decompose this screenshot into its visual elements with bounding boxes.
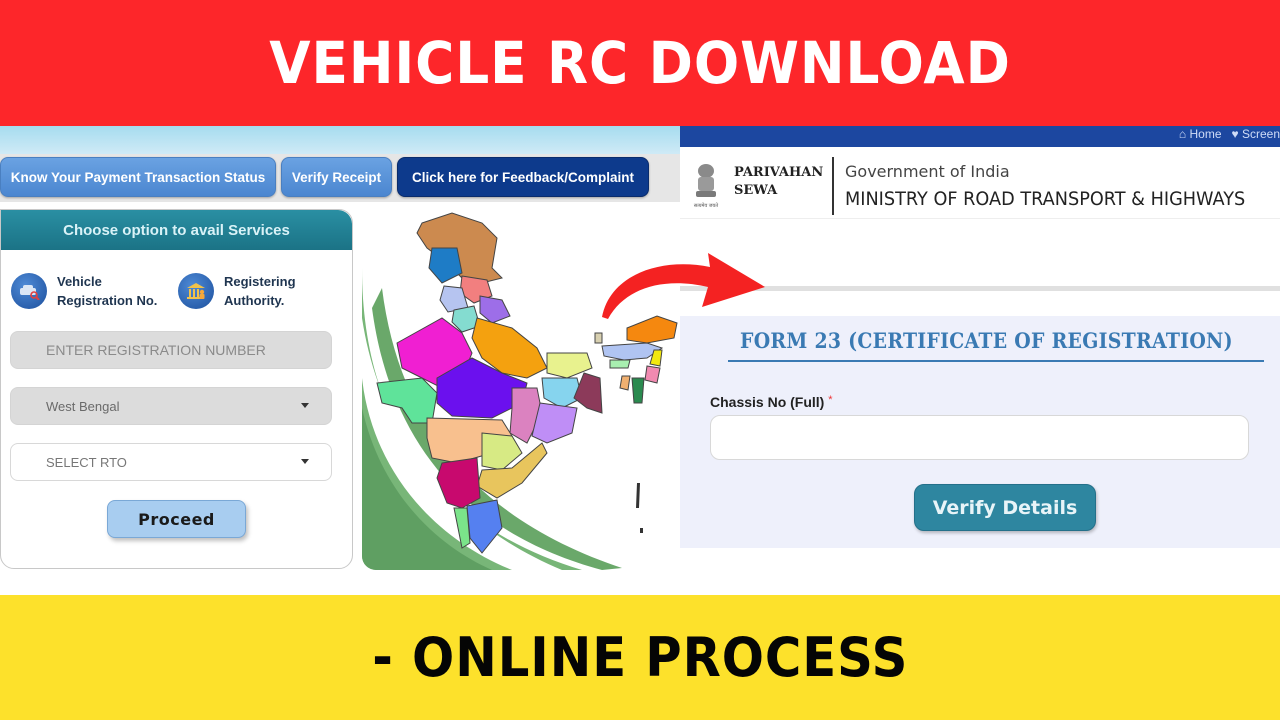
- home-icon: ⌂: [1178, 127, 1187, 141]
- feedback-complaint-button[interactable]: Click here for Feedback/Complaint: [397, 157, 649, 197]
- state-tripura: [619, 375, 631, 391]
- gov-label: Government of India: [845, 162, 1010, 181]
- service-card: Choose option to avail Services Vehicle …: [0, 209, 353, 569]
- header-divider: [832, 157, 834, 215]
- title-banner: VEHICLE RC DOWNLOAD: [0, 0, 1280, 126]
- bank-building-icon: [178, 273, 214, 309]
- chassis-label: Chassis No (Full) *: [710, 394, 833, 410]
- chassis-number-input[interactable]: [710, 415, 1249, 460]
- state-select[interactable]: West Bengal: [10, 387, 332, 425]
- islands-andaman: [636, 483, 643, 533]
- verify-receipt-button[interactable]: Verify Receipt: [281, 157, 392, 197]
- vahan-services-screenshot: Know Your Payment Transaction Status Ver…: [0, 126, 680, 595]
- state-sikkim: [594, 332, 603, 344]
- form-23-panel: FORM 23 (CERTIFICATE OF REGISTRATION) Ch…: [680, 316, 1280, 548]
- registration-number-field[interactable]: [10, 331, 332, 369]
- site-header: सत्यमेव जयते PARIVAHAN SEWA Government o…: [680, 147, 1280, 219]
- screen-reader-icon: ♥: [1231, 127, 1239, 141]
- state-manipur: [644, 365, 661, 384]
- state-odisha: [531, 402, 578, 444]
- car-search-icon: [11, 273, 47, 309]
- registration-number-input[interactable]: [46, 342, 286, 358]
- page-subtitle: - ONLINE PROCESS: [371, 626, 909, 689]
- state-west-bengal: [573, 372, 603, 414]
- subtitle-banner: - ONLINE PROCESS: [0, 595, 1280, 720]
- national-emblem-icon: सत्यमेव जयते: [694, 164, 718, 209]
- payment-status-button[interactable]: Know Your Payment Transaction Status: [0, 157, 276, 197]
- state-meghalaya: [609, 359, 631, 369]
- home-link[interactable]: ⌂ Home: [1179, 127, 1222, 141]
- form-title: FORM 23 (CERTIFICATE OF REGISTRATION): [740, 328, 1233, 353]
- state-ladakh: [428, 247, 463, 284]
- top-nav-bar: ⌂ Home ♥ Screen: [680, 126, 1280, 147]
- divider: [680, 286, 1280, 291]
- state-uttarakhand: [479, 295, 511, 324]
- header-strip: [0, 126, 680, 154]
- svg-text:सत्यमेव जयते: सत्यमेव जयते: [694, 202, 718, 209]
- parivahan-form-screenshot: ⌂ Home ♥ Screen सत्यमेव जयते PARIVAHAN S…: [680, 126, 1280, 595]
- brand-name: PARIVAHAN SEWA: [734, 165, 824, 198]
- proceed-button[interactable]: Proceed: [107, 500, 246, 538]
- card-header: Choose option to avail Services: [1, 210, 352, 250]
- screen-reader-link[interactable]: ♥ Screen: [1232, 127, 1280, 141]
- verify-details-button[interactable]: Verify Details: [914, 484, 1096, 531]
- india-map-illustration: [362, 208, 680, 570]
- ministry-label: MINISTRY OF ROAD TRANSPORT & HIGHWAYS: [845, 188, 1246, 210]
- chevron-down-icon: [301, 459, 309, 464]
- state-arunachal: [626, 315, 678, 344]
- rto-select[interactable]: SELECT RTO: [10, 443, 332, 481]
- required-mark: *: [828, 394, 833, 406]
- option-vehicle-registration[interactable]: Vehicle Registration No.: [11, 272, 157, 310]
- page-title: VEHICLE RC DOWNLOAD: [269, 29, 1011, 97]
- option-registering-authority[interactable]: Registering Authority.: [178, 272, 296, 310]
- chevron-down-icon: [301, 403, 309, 408]
- title-underline: [728, 360, 1264, 362]
- state-mizoram: [631, 377, 645, 404]
